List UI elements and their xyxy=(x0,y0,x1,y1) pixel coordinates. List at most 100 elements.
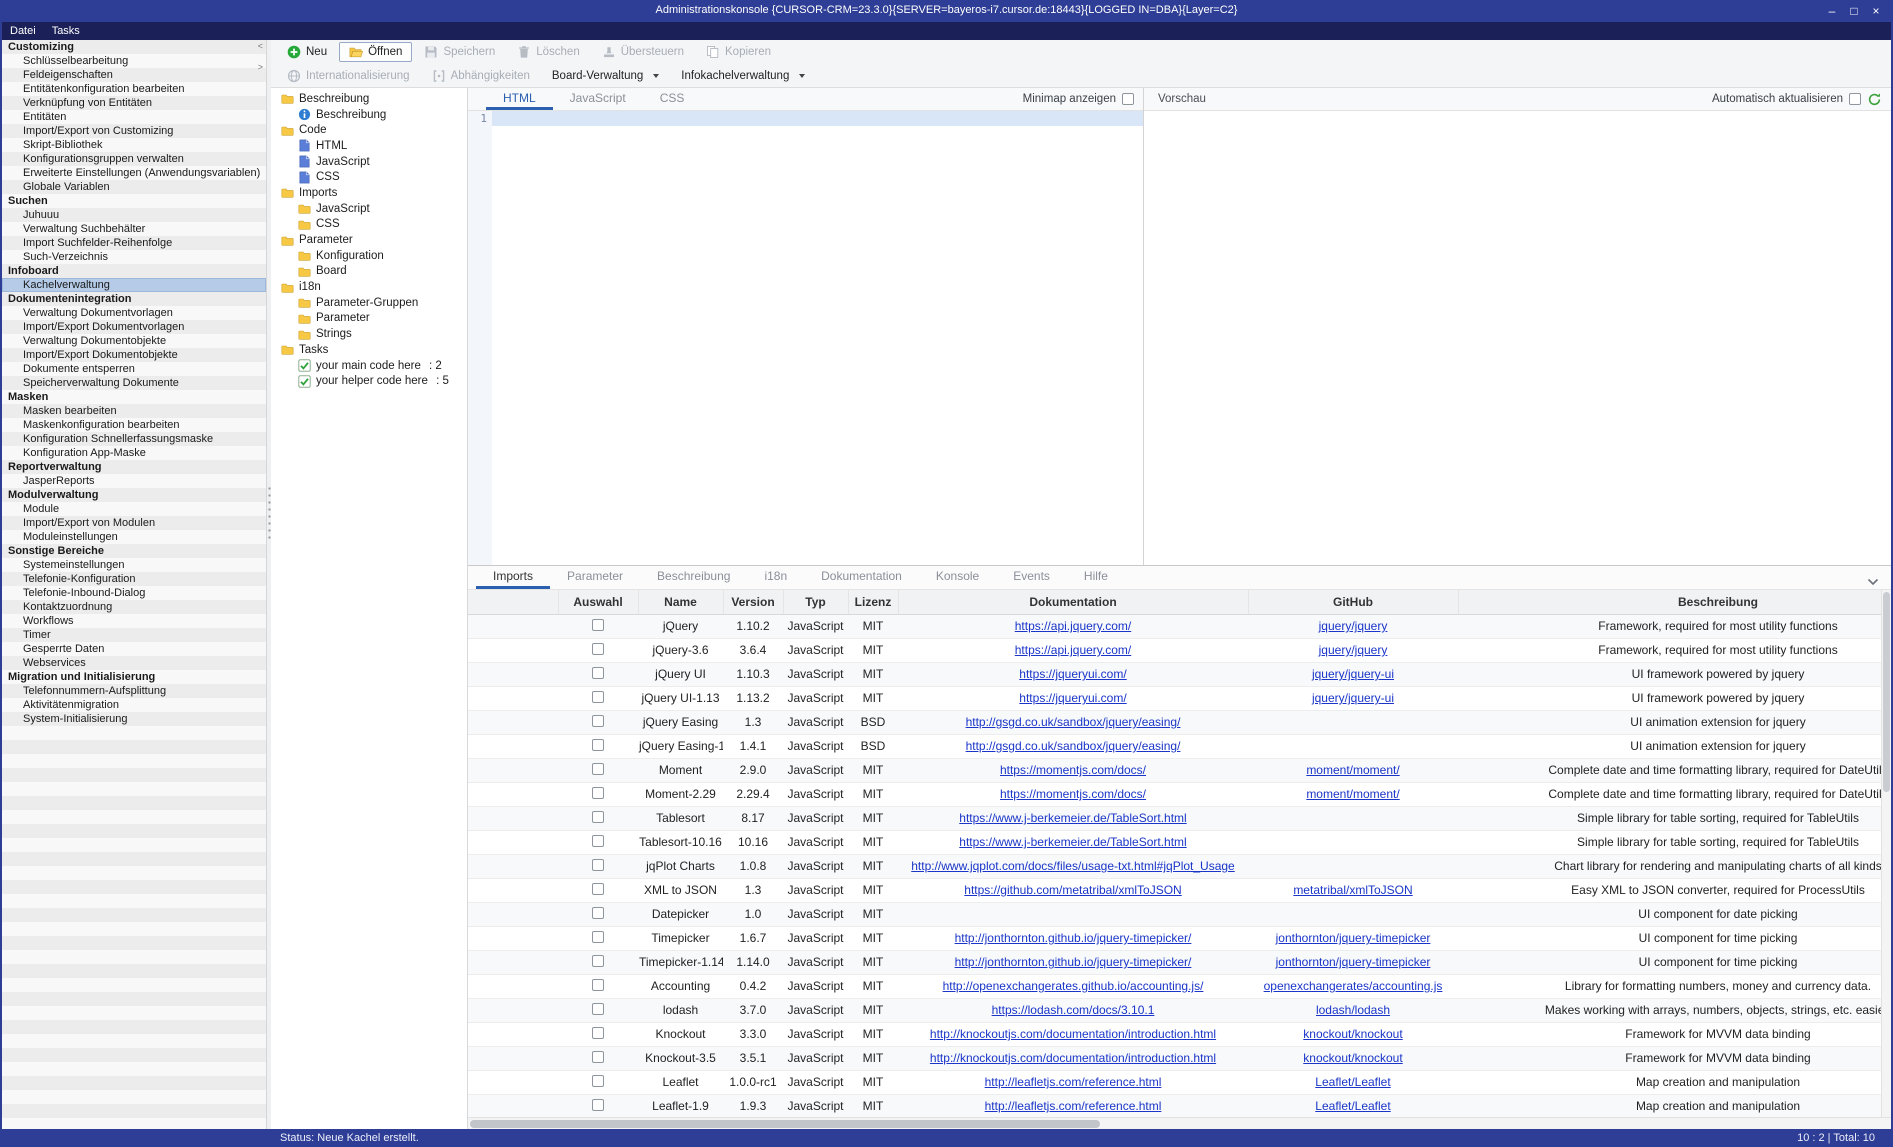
doc-link[interactable]: http://jonthornton.github.io/jquery-time… xyxy=(955,931,1192,945)
github-link[interactable]: jonthornton/jquery-timepicker xyxy=(1276,931,1431,945)
auto-refresh-checkbox[interactable] xyxy=(1849,93,1861,105)
sidebar-item-jasperreports[interactable]: JasperReports xyxy=(2,474,266,488)
editor-tab-css[interactable]: CSS xyxy=(643,88,702,110)
bottom-tab-dokumentation[interactable]: Dokumentation xyxy=(804,566,919,589)
tree-item-strings[interactable]: Strings xyxy=(271,326,467,342)
sidebar-item-kontaktzuordnung[interactable]: Kontaktzuordnung xyxy=(2,600,266,614)
tree-item-your-main-code-here[interactable]: your main code here : 2 xyxy=(271,358,467,374)
github-link[interactable]: moment/moment/ xyxy=(1306,763,1399,777)
sidebar-header-modulverwaltung[interactable]: Modulverwaltung xyxy=(2,488,266,502)
sidebar-item-timer[interactable]: Timer xyxy=(2,628,266,642)
row-checkbox[interactable] xyxy=(592,691,604,703)
bottom-tab-konsole[interactable]: Konsole xyxy=(919,566,996,589)
sidebar-item-telefonie-inbound-dialog[interactable]: Telefonie-Inbound-Dialog xyxy=(2,586,266,600)
sidebar-item-verwaltung-suchbeh-lter[interactable]: Verwaltung Suchbehälter xyxy=(2,222,266,236)
sidebar-header-suchen[interactable]: Suchen xyxy=(2,194,266,208)
sidebar-item-verwaltung-dokumentvorlagen[interactable]: Verwaltung Dokumentvorlagen xyxy=(2,306,266,320)
doc-link[interactable]: http://jonthornton.github.io/jquery-time… xyxy=(955,955,1192,969)
doc-link[interactable]: https://api.jquery.com/ xyxy=(1015,619,1132,633)
sidebar-header-dokumentenintegration[interactable]: Dokumentenintegration xyxy=(2,292,266,306)
doc-link[interactable]: http://leafletjs.com/reference.html xyxy=(985,1099,1162,1113)
sidebar-item-moduleinstellungen[interactable]: Moduleinstellungen xyxy=(2,530,266,544)
sidebar-item-entit-tenkonfiguration-bearbeiten[interactable]: Entitätenkonfiguration bearbeiten xyxy=(2,82,266,96)
sidebar-item-konfiguration-app-maske[interactable]: Konfiguration App-Maske xyxy=(2,446,266,460)
row-checkbox[interactable] xyxy=(592,763,604,775)
doc-link[interactable]: http://leafletjs.com/reference.html xyxy=(985,1075,1162,1089)
sidebar-splitter[interactable] xyxy=(266,40,271,1129)
doc-link[interactable]: https://api.jquery.com/ xyxy=(1015,643,1132,657)
column-header-auswahl[interactable]: Auswahl xyxy=(558,590,638,614)
sidebar-item-dokumente-entsperren[interactable]: Dokumente entsperren xyxy=(2,362,266,376)
github-link[interactable]: openexchangerates/accounting.js xyxy=(1264,979,1443,993)
horizontal-scrollbar-thumb[interactable] xyxy=(470,1120,1100,1128)
tree-item-parameter[interactable]: Parameter xyxy=(271,232,467,248)
bottom-tab-parameter[interactable]: Parameter xyxy=(550,566,640,589)
tree-item-beschreibung[interactable]: Beschreibung xyxy=(271,91,467,107)
sidebar-header-customizing[interactable]: Customizing xyxy=(2,40,266,54)
tree-item-javascript[interactable]: JavaScript xyxy=(271,154,467,170)
chevron-right-icon[interactable]: > xyxy=(258,63,263,72)
tree-item-css[interactable]: CSS xyxy=(271,169,467,185)
sidebar-item-gesperrte-daten[interactable]: Gesperrte Daten xyxy=(2,642,266,656)
bottom-tab-i18n[interactable]: i18n xyxy=(747,566,804,589)
sidebar-item-globale-variablen[interactable]: Globale Variablen xyxy=(2,180,266,194)
sidebar-item-systemeinstellungen[interactable]: Systemeinstellungen xyxy=(2,558,266,572)
github-link[interactable]: metatribal/xmlToJSON xyxy=(1293,883,1412,897)
sidebar-item-telefonnummern-aufsplittung[interactable]: Telefonnummern-Aufsplittung xyxy=(2,684,266,698)
doc-link[interactable]: https://lodash.com/docs/3.10.1 xyxy=(992,1003,1155,1017)
tree-item-beschreibung[interactable]: Beschreibung xyxy=(271,107,467,123)
row-checkbox[interactable] xyxy=(592,787,604,799)
sidebar-item-kachelverwaltung[interactable]: Kachelverwaltung xyxy=(2,278,266,292)
sidebar-item-aktivit-tenmigration[interactable]: Aktivitätenmigration xyxy=(2,698,266,712)
sidebar-item-import-export-von-modulen[interactable]: Import/Export von Modulen xyxy=(2,516,266,530)
bottom-tab-hilfe[interactable]: Hilfe xyxy=(1067,566,1125,589)
tree-item-html[interactable]: HTML xyxy=(271,138,467,154)
row-checkbox[interactable] xyxy=(592,979,604,991)
tree-item-parameter-gruppen[interactable]: Parameter-Gruppen xyxy=(271,295,467,311)
doc-link[interactable]: https://momentjs.com/docs/ xyxy=(1000,787,1146,801)
tree-item-imports[interactable]: Imports xyxy=(271,185,467,201)
splitter-grip-icon[interactable] xyxy=(267,485,272,541)
row-checkbox[interactable] xyxy=(592,883,604,895)
row-checkbox[interactable] xyxy=(592,955,604,967)
minimize-button[interactable]: – xyxy=(1821,0,1843,22)
tree-item-css[interactable]: CSS xyxy=(271,217,467,233)
sidebar-item-juhuuu[interactable]: Juhuuu xyxy=(2,208,266,222)
doc-link[interactable]: http://gsgd.co.uk/sandbox/jquery/easing/ xyxy=(966,739,1181,753)
chevron-left-icon[interactable]: < xyxy=(258,42,263,51)
table-vertical-scrollbar[interactable] xyxy=(1881,590,1891,1117)
toolbar-button-infokachelverwaltung[interactable]: Infokachelverwaltung xyxy=(671,67,815,85)
github-link[interactable]: jquery/jquery-ui xyxy=(1312,691,1394,705)
row-checkbox[interactable] xyxy=(592,667,604,679)
tree-item-board[interactable]: Board xyxy=(271,264,467,280)
sidebar-item-erweiterte-einstellungen-anwendungsvariablen[interactable]: Erweiterte Einstellungen (Anwendungsvari… xyxy=(2,166,266,180)
github-link[interactable]: moment/moment/ xyxy=(1306,787,1399,801)
row-checkbox[interactable] xyxy=(592,1027,604,1039)
row-checkbox[interactable] xyxy=(592,1099,604,1111)
editor-tab-html[interactable]: HTML xyxy=(486,88,553,110)
tree-item-konfiguration[interactable]: Konfiguration xyxy=(271,248,467,264)
bottom-tab-events[interactable]: Events xyxy=(996,566,1067,589)
sidebar-header-reportverwaltung[interactable]: Reportverwaltung xyxy=(2,460,266,474)
menu-item-datei[interactable]: Datei xyxy=(2,25,44,37)
sidebar-item-maskenkonfiguration-bearbeiten[interactable]: Maskenkonfiguration bearbeiten xyxy=(2,418,266,432)
sidebar-item-konfiguration-schnellerfassungsmaske[interactable]: Konfiguration Schnellerfassungsmaske xyxy=(2,432,266,446)
sidebar-item-verkn-pfung-von-entit-ten[interactable]: Verknüpfung von Entitäten xyxy=(2,96,266,110)
github-link[interactable]: lodash/lodash xyxy=(1316,1003,1390,1017)
doc-link[interactable]: https://www.j-berkemeier.de/TableSort.ht… xyxy=(959,811,1186,825)
tree-item-tasks[interactable]: Tasks xyxy=(271,342,467,358)
toolbar-button-ffnen[interactable]: Öffnen xyxy=(339,42,412,62)
row-checkbox[interactable] xyxy=(592,643,604,655)
sidebar-item-module[interactable]: Module xyxy=(2,502,266,516)
column-header-github[interactable]: GitHub xyxy=(1248,590,1458,614)
github-link[interactable]: jonthornton/jquery-timepicker xyxy=(1276,955,1431,969)
tree-item-javascript[interactable]: JavaScript xyxy=(271,201,467,217)
github-link[interactable]: jquery/jquery xyxy=(1319,619,1388,633)
doc-link[interactable]: https://github.com/metatribal/xmlToJSON xyxy=(964,883,1181,897)
toolbar-button-board-verwaltung[interactable]: Board-Verwaltung xyxy=(542,67,669,85)
row-checkbox[interactable] xyxy=(592,907,604,919)
sidebar-item-system-initialisierung[interactable]: System-Initialisierung xyxy=(2,712,266,726)
code-editor-body[interactable]: 1 xyxy=(468,111,1143,565)
sidebar-header-sonstige-bereiche[interactable]: Sonstige Bereiche xyxy=(2,544,266,558)
table-horizontal-scrollbar[interactable] xyxy=(468,1117,1891,1129)
